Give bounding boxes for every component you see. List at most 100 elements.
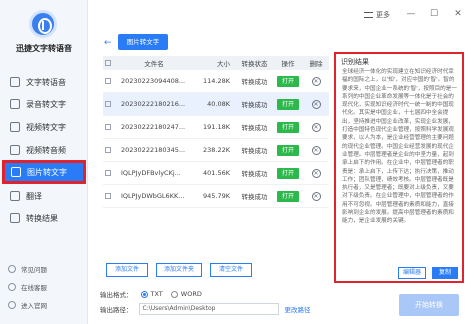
row-checkbox[interactable]: [105, 78, 111, 84]
file-size: 114.28K: [202, 77, 230, 85]
header-name: 文件名: [144, 60, 164, 68]
row-checkbox[interactable]: [105, 124, 111, 130]
table-row[interactable]: IQLPJyDWbGL6KK... 945.79K 转换成功 打开 ✕: [103, 185, 329, 208]
sidebar-item-label: 翻译: [26, 191, 42, 201]
support-link[interactable]: 在线客服: [8, 282, 47, 292]
sidebar-item-results[interactable]: 转换结果: [4, 208, 84, 228]
start-convert-button[interactable]: 开始转换: [399, 294, 459, 316]
header-del: 删除: [309, 60, 323, 68]
table-row[interactable]: 20230222180247... 191.18K 转换成功 打开 ✕: [103, 116, 329, 139]
file-size: 401.56K: [202, 169, 230, 177]
delete-icon[interactable]: ✕: [311, 76, 321, 86]
table-row[interactable]: IQLPJyDFBvlyCKj... 401.56K 转换成功 打开 ✕: [103, 162, 329, 185]
open-button[interactable]: 打开: [277, 190, 299, 202]
header-op: 操作: [281, 60, 295, 68]
sidebar-item-translate[interactable]: 翻译: [4, 186, 84, 206]
record-icon: [10, 99, 20, 109]
file-name: 20230222180247...: [121, 123, 186, 131]
format-row: 输出格式： TXT WORD: [100, 289, 202, 299]
edit-button[interactable]: 编辑器: [398, 267, 426, 279]
question-icon: [8, 265, 16, 273]
open-button[interactable]: 打开: [277, 144, 299, 156]
file-status: 转换成功: [241, 101, 268, 109]
file-name: IQLPJyDWbGL6KK...: [121, 192, 185, 200]
row-checkbox[interactable]: [105, 101, 111, 107]
select-all-checkbox[interactable]: [105, 60, 111, 66]
word-radio[interactable]: [170, 290, 178, 298]
sidebar-item-text-to-speech[interactable]: 文字转语音: [4, 72, 84, 92]
faq-label: 常见问题: [21, 266, 47, 274]
sidebar-item-video-to-audio[interactable]: 视频转音频: [4, 140, 84, 160]
faq-link[interactable]: 常见问题: [8, 264, 47, 274]
result-title: 识别结果: [341, 58, 369, 66]
website-label: 进入官网: [21, 302, 47, 310]
row-checkbox[interactable]: [105, 170, 111, 176]
output-path-field[interactable]: C:\Users\Admin\Desktop: [138, 303, 279, 315]
result-text[interactable]: 全球经济一体化的实现建立在知识经济时代幸福的国际之上，以'知'，对应中国的'智'…: [342, 68, 458, 258]
txt-radio[interactable]: [140, 290, 148, 298]
sidebar-item-label: 转换结果: [26, 213, 58, 223]
sidebar-item-label: 视频转文字: [26, 122, 66, 132]
app-name: 迅捷文字转语音: [16, 44, 72, 53]
header-status: 转换状态: [241, 60, 268, 68]
open-button[interactable]: 打开: [277, 167, 299, 179]
row-checkbox[interactable]: [105, 147, 111, 153]
file-name: 20230222180216...: [121, 100, 186, 108]
result-icon: [10, 213, 20, 223]
format-label: 输出格式：: [100, 291, 133, 299]
table-row[interactable]: 20230222180345... 238.22K 转换成功 打开 ✕: [103, 139, 329, 162]
sidebar-item-label: 图片转文字: [27, 167, 67, 177]
row-checkbox[interactable]: [105, 193, 111, 199]
delete-icon[interactable]: ✕: [311, 99, 321, 109]
open-button[interactable]: 打开: [277, 98, 299, 110]
maximize-button[interactable]: ☐: [428, 8, 440, 20]
delete-icon[interactable]: ✕: [311, 122, 321, 132]
file-name: IQLPJyDFBvlyCKj...: [121, 169, 181, 177]
delete-icon[interactable]: ✕: [311, 191, 321, 201]
minimize-button[interactable]: —: [405, 8, 417, 20]
file-status: 转换成功: [241, 147, 268, 155]
app-logo-icon: [29, 10, 57, 38]
file-name: 20230222180345...: [121, 146, 186, 154]
support-label: 在线客服: [21, 284, 47, 292]
copy-button[interactable]: 复制: [432, 267, 458, 279]
file-table: 文件名 大小 转换状态 操作 删除 20230223094408... 114.…: [103, 56, 329, 208]
website-link[interactable]: 进入官网: [8, 300, 47, 310]
change-path-link[interactable]: 更改路径: [285, 304, 311, 314]
file-size: 40.08K: [207, 100, 230, 108]
headset-icon: [8, 283, 16, 291]
file-size: 238.22K: [202, 146, 230, 154]
path-label: 输出路径：: [100, 306, 133, 314]
sidebar: 迅捷文字转语音 文字转语音 录音转文字 视频转文字 视频转音频 图片转文字 翻译…: [0, 0, 88, 324]
text-to-speech-icon: [10, 77, 20, 87]
file-name: 20230223094408...: [121, 77, 186, 85]
close-button[interactable]: ✕: [452, 8, 464, 20]
header-size: 大小: [217, 60, 230, 68]
delete-icon[interactable]: ✕: [311, 145, 321, 155]
file-status: 转换成功: [241, 124, 268, 132]
tab-image-to-text[interactable]: 图片转文字: [118, 34, 168, 50]
clear-list-button[interactable]: 清空文件: [210, 263, 252, 277]
sidebar-item-label: 文字转语音: [26, 77, 66, 87]
sidebar-item-label: 视频转音频: [26, 145, 66, 155]
sidebar-item-video-to-text[interactable]: 视频转文字: [4, 117, 84, 137]
add-file-button[interactable]: 添加文件: [106, 263, 148, 277]
sidebar-item-record-to-text[interactable]: 录音转文字: [4, 94, 84, 114]
file-size: 191.18K: [202, 123, 230, 131]
open-button[interactable]: 打开: [277, 75, 299, 87]
sidebar-item-image-to-text[interactable]: 图片转文字: [2, 160, 86, 184]
back-arrow-icon[interactable]: ←: [104, 38, 112, 48]
txt-label: TXT: [150, 290, 163, 298]
sidebar-item-label: 录音转文字: [26, 99, 66, 109]
result-panel: 识别结果 全球经济一体化的实现建立在知识经济时代幸福的国际之上，以'知'，对应中…: [334, 52, 464, 283]
more-menu[interactable]: 更多: [364, 10, 390, 20]
file-status: 转换成功: [241, 78, 268, 86]
image-icon: [11, 167, 21, 177]
delete-icon[interactable]: ✕: [311, 168, 321, 178]
add-folder-button[interactable]: 添加文件夹: [156, 263, 202, 277]
file-size: 945.79K: [202, 192, 230, 200]
table-row[interactable]: 20230223094408... 114.28K 转换成功 打开 ✕: [103, 70, 329, 93]
open-button[interactable]: 打开: [277, 121, 299, 133]
table-row[interactable]: 20230222180216... 40.08K 转换成功 打开 ✕: [103, 93, 329, 116]
word-label: WORD: [180, 290, 202, 298]
